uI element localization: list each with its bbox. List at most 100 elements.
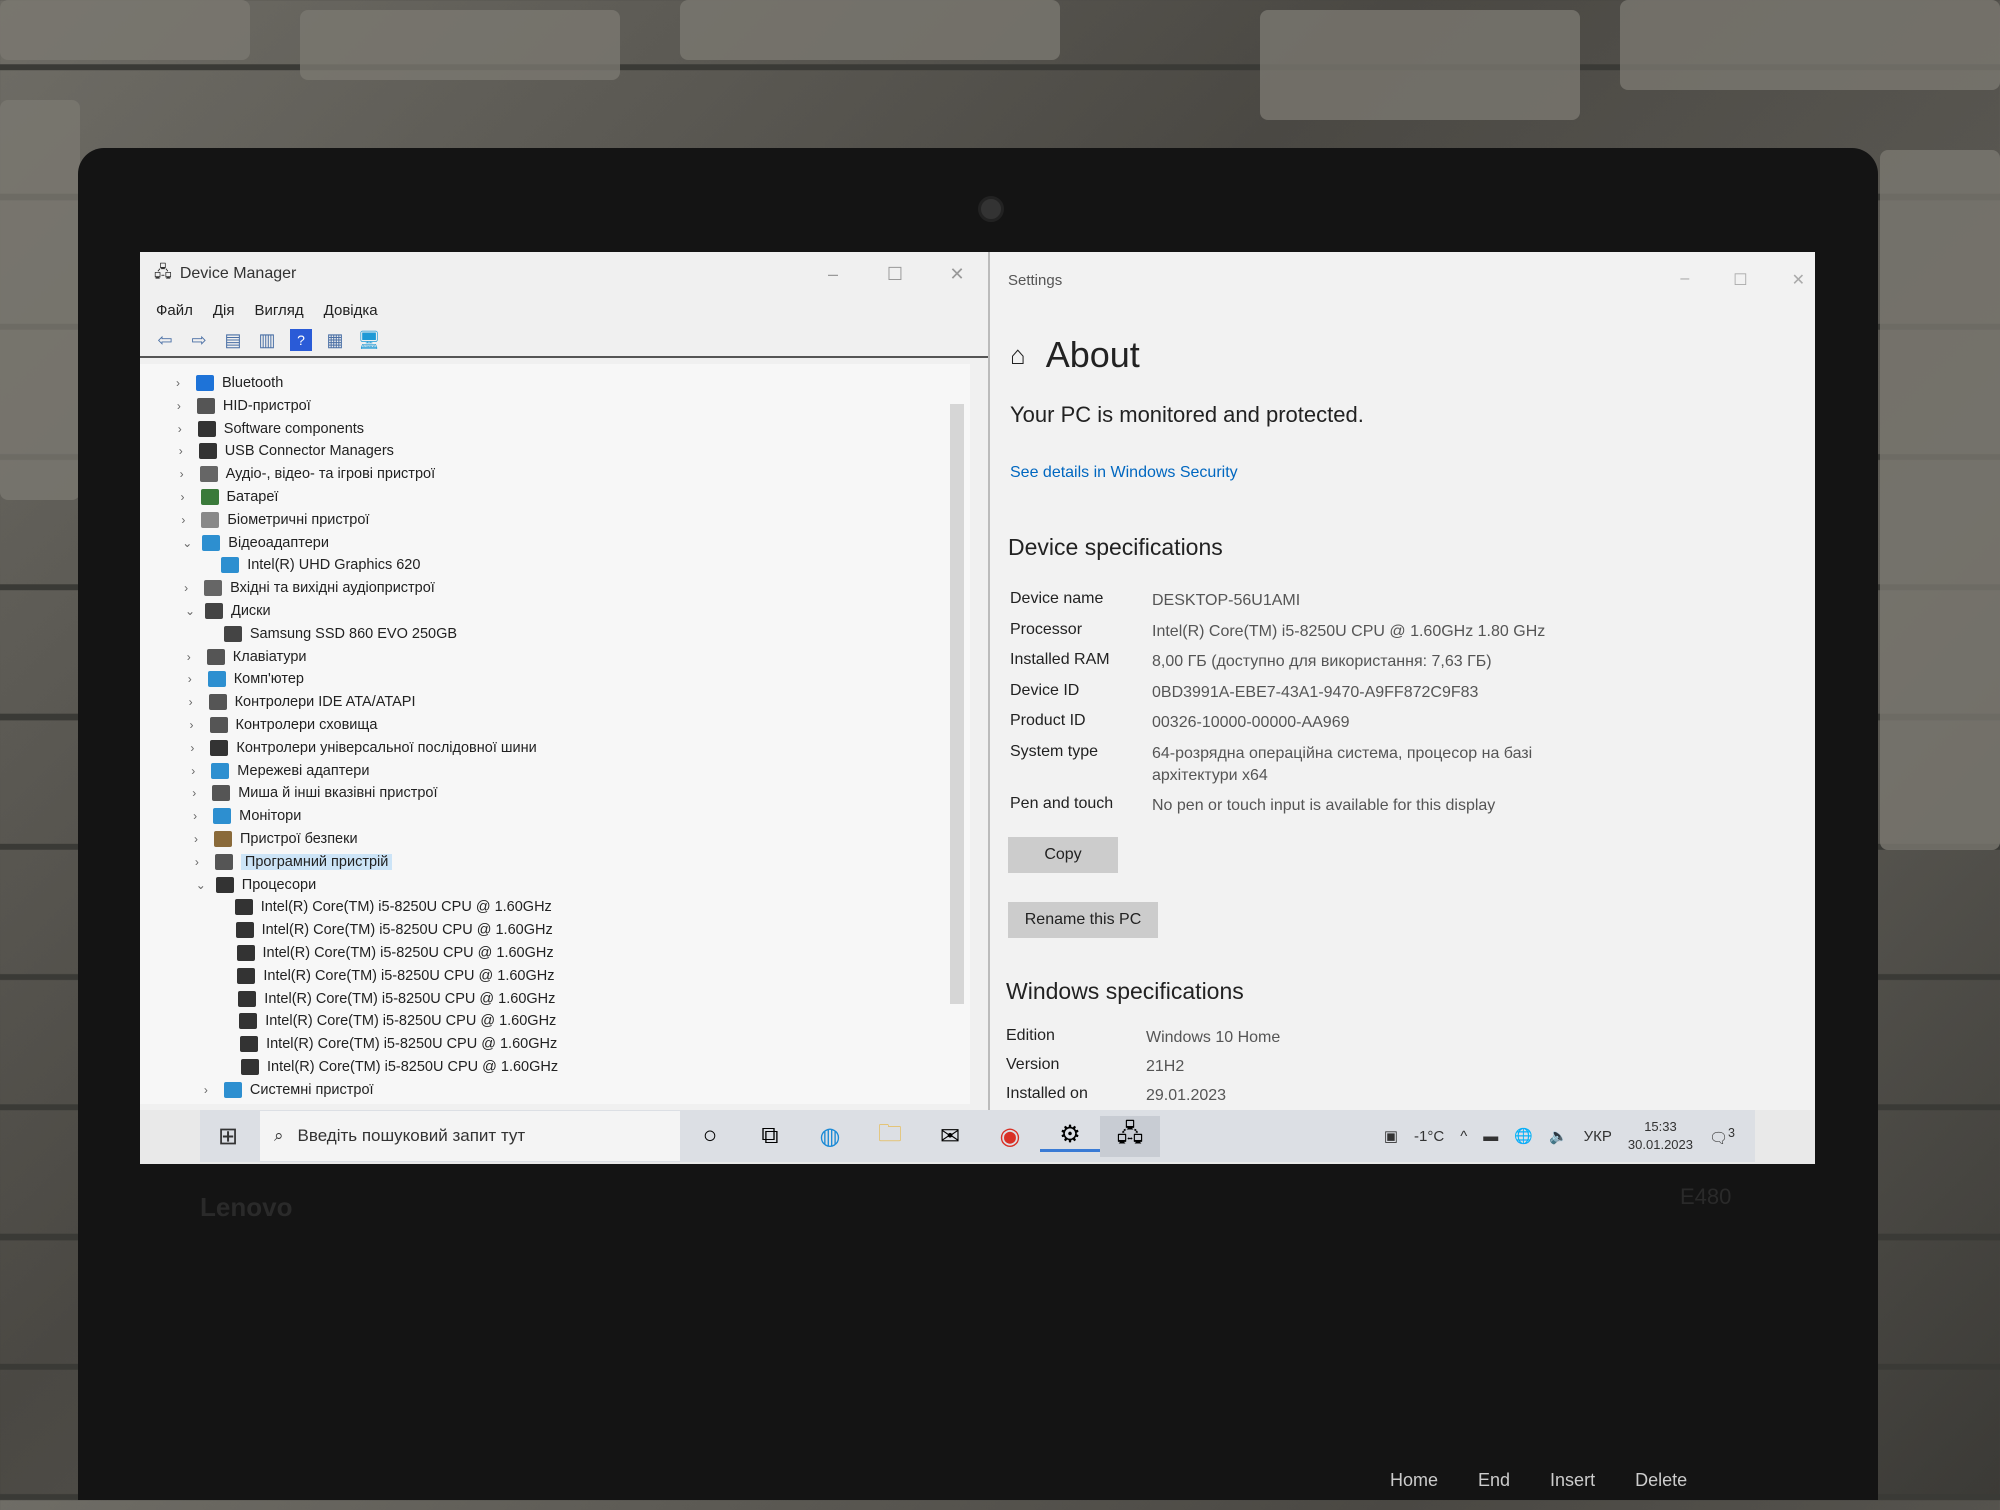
windows-security-link[interactable]: See details in Windows Security [1010, 464, 1238, 482]
start-button[interactable]: ⊞ [200, 1122, 256, 1151]
tree-item[interactable]: › Системні пристрої [204, 1079, 374, 1101]
tree-item-label: Intel(R) Core(TM) i5-8250U CPU @ 1.60GHz [265, 1013, 557, 1030]
forward-icon[interactable]: ⇨ [188, 329, 210, 351]
clock[interactable]: 15:33 30.01.2023 [1628, 1118, 1693, 1154]
chevron-right-icon[interactable]: › [177, 399, 189, 413]
tree-item[interactable]: › Програмний пристрій [195, 851, 393, 873]
tree-item[interactable]: › Контролери IDE ATA/ATAPI [189, 691, 416, 713]
settings-icon[interactable]: ⚙ [1040, 1120, 1100, 1152]
tree-item[interactable]: › Клавіатури [187, 646, 307, 668]
show-hide-tree-icon[interactable]: ▤ [222, 329, 244, 351]
close-button[interactable]: ✕ [1792, 270, 1805, 290]
chrome-icon[interactable]: ◉ [980, 1122, 1040, 1151]
tree-item[interactable]: › Software components [178, 418, 364, 440]
weather-temp[interactable]: -1°C [1414, 1128, 1444, 1145]
key-insert[interactable]: Insert [1550, 1470, 1595, 1510]
tree-item[interactable]: Intel(R) Core(TM) i5-8250U CPU @ 1.60GHz [234, 896, 552, 918]
tree-item[interactable]: Intel(R) UHD Graphics 620 [221, 554, 420, 576]
chevron-down-icon[interactable]: ⌄ [185, 604, 197, 618]
tree-item[interactable]: › Батареї [181, 486, 278, 508]
chevron-down-icon[interactable]: ⌄ [196, 878, 208, 892]
news-icon[interactable]: ▣ [1384, 1127, 1398, 1145]
minimize-button[interactable]: – [802, 264, 864, 285]
tree-item[interactable]: Intel(R) Core(TM) i5-8250U CPU @ 1.60GHz [237, 965, 555, 987]
menu-help[interactable]: Довідка [324, 302, 378, 319]
battery-icon[interactable]: ▬ [1483, 1128, 1498, 1145]
maximize-button[interactable]: ☐ [1733, 270, 1747, 290]
tree-item[interactable]: › Аудіо-, відео- та ігрові пристрої [180, 463, 435, 485]
chevron-right-icon[interactable]: › [192, 786, 204, 800]
chevron-right-icon[interactable]: › [179, 444, 191, 458]
tree-item[interactable]: › Вхідні та вихідні аудіопристрої [184, 577, 435, 599]
tree-item[interactable]: Intel(R) Core(TM) i5-8250U CPU @ 1.60GHz [241, 1056, 558, 1078]
menu-view[interactable]: Вигляд [255, 302, 304, 319]
properties-icon[interactable]: ▥ [256, 329, 278, 351]
key-delete[interactable]: Delete [1635, 1470, 1687, 1510]
chevron-right-icon[interactable]: › [181, 490, 193, 504]
chevron-right-icon[interactable]: › [180, 467, 192, 481]
rename-pc-button[interactable]: Rename this PC [1008, 902, 1158, 938]
tree-item[interactable]: › Миша й інші вказівні пристрої [192, 782, 438, 804]
chevron-right-icon[interactable]: › [194, 832, 206, 846]
chevron-right-icon[interactable]: › [188, 672, 200, 686]
tree-item[interactable]: Intel(R) Core(TM) i5-8250U CPU @ 1.60GHz [238, 988, 555, 1010]
tree-item[interactable]: › Монітори [193, 805, 301, 827]
taskbar-search[interactable]: ⌕ Введіть пошуковий запит тут [260, 1111, 680, 1161]
chevron-up-icon[interactable]: ^ [1460, 1128, 1467, 1145]
home-icon[interactable]: ⌂ [1010, 340, 1026, 371]
tree-item[interactable]: Intel(R) Core(TM) i5-8250U CPU @ 1.60GHz [236, 942, 554, 964]
network-globe-icon[interactable]: 🌐 [1514, 1127, 1533, 1145]
tree-item[interactable]: ⌄ Диски [185, 600, 271, 622]
back-icon[interactable]: ⇦ [154, 329, 176, 351]
chevron-right-icon[interactable]: › [204, 1083, 216, 1097]
minimize-button[interactable]: – [1680, 270, 1689, 290]
tree-item[interactable]: ⌄ Процесори [196, 874, 316, 896]
edge-icon[interactable]: ◍ [800, 1122, 860, 1151]
chevron-down-icon[interactable]: ⌄ [182, 536, 194, 550]
file-explorer-icon[interactable]: 🗀 [860, 1116, 920, 1157]
chevron-right-icon[interactable]: › [189, 695, 201, 709]
tree-item[interactable]: › Контролери сховища [190, 714, 377, 736]
tree-item[interactable]: Intel(R) Core(TM) i5-8250U CPU @ 1.60GHz [235, 919, 553, 941]
help-icon[interactable]: ? [290, 329, 312, 351]
key-end[interactable]: End [1478, 1470, 1510, 1510]
tree-item[interactable]: › Мережеві адаптери [191, 760, 369, 782]
chevron-right-icon[interactable]: › [193, 809, 205, 823]
tree-item[interactable]: › Комп'ютер [188, 668, 304, 690]
chevron-right-icon[interactable]: › [176, 376, 188, 390]
chevron-right-icon[interactable]: › [195, 855, 207, 869]
tree-item[interactable]: Intel(R) Core(TM) i5-8250U CPU @ 1.60GHz [240, 1033, 557, 1055]
cortana-icon[interactable]: ○ [680, 1122, 740, 1150]
chevron-right-icon[interactable]: › [187, 650, 199, 664]
tree-item[interactable]: › USB Connector Managers [179, 440, 394, 462]
language-indicator[interactable]: УКР [1584, 1128, 1612, 1145]
chevron-right-icon[interactable]: › [178, 422, 190, 436]
tree-item[interactable]: › Bluetooth [176, 372, 283, 394]
tree-item[interactable]: › Пристрої безпеки [194, 828, 358, 850]
chevron-right-icon[interactable]: › [184, 581, 196, 595]
chevron-right-icon[interactable]: › [181, 513, 193, 527]
tree-item[interactable]: Intel(R) Core(TM) i5-8250U CPU @ 1.60GHz [239, 1010, 556, 1032]
chevron-right-icon[interactable]: › [190, 741, 202, 755]
key-home[interactable]: Home [1390, 1470, 1438, 1510]
action-pane-icon[interactable]: ▦ [324, 329, 346, 351]
menu-file[interactable]: Файл [156, 302, 193, 319]
tree-item[interactable]: › HID-пристрої [177, 395, 311, 417]
scan-hardware-icon[interactable]: 🖥 [358, 329, 381, 351]
tree-item[interactable]: › Біометричні пристрої [181, 509, 369, 531]
copy-button[interactable]: Copy [1008, 837, 1118, 873]
close-button[interactable]: ✕ [926, 264, 988, 285]
chevron-right-icon[interactable]: › [190, 718, 202, 732]
chevron-right-icon[interactable]: › [191, 764, 203, 778]
menu-action[interactable]: Дія [213, 302, 235, 319]
maximize-button[interactable]: ☐ [864, 264, 926, 285]
scrollbar[interactable] [950, 404, 964, 1004]
task-view-icon[interactable]: ⧉ [740, 1122, 800, 1150]
volume-icon[interactable]: 🔈 [1549, 1127, 1568, 1145]
device-manager-taskbar-icon[interactable]: 🖧 [1100, 1115, 1160, 1157]
tree-item[interactable]: Samsung SSD 860 EVO 250GB [223, 623, 457, 645]
mail-icon[interactable]: ✉ [920, 1122, 980, 1151]
tree-item[interactable]: ⌄ Відеоадаптери [182, 532, 329, 554]
notification-icon[interactable]: 🗨3 [1709, 1126, 1735, 1147]
tree-item[interactable]: › Контролери універсальної послідовної ши… [190, 737, 537, 759]
